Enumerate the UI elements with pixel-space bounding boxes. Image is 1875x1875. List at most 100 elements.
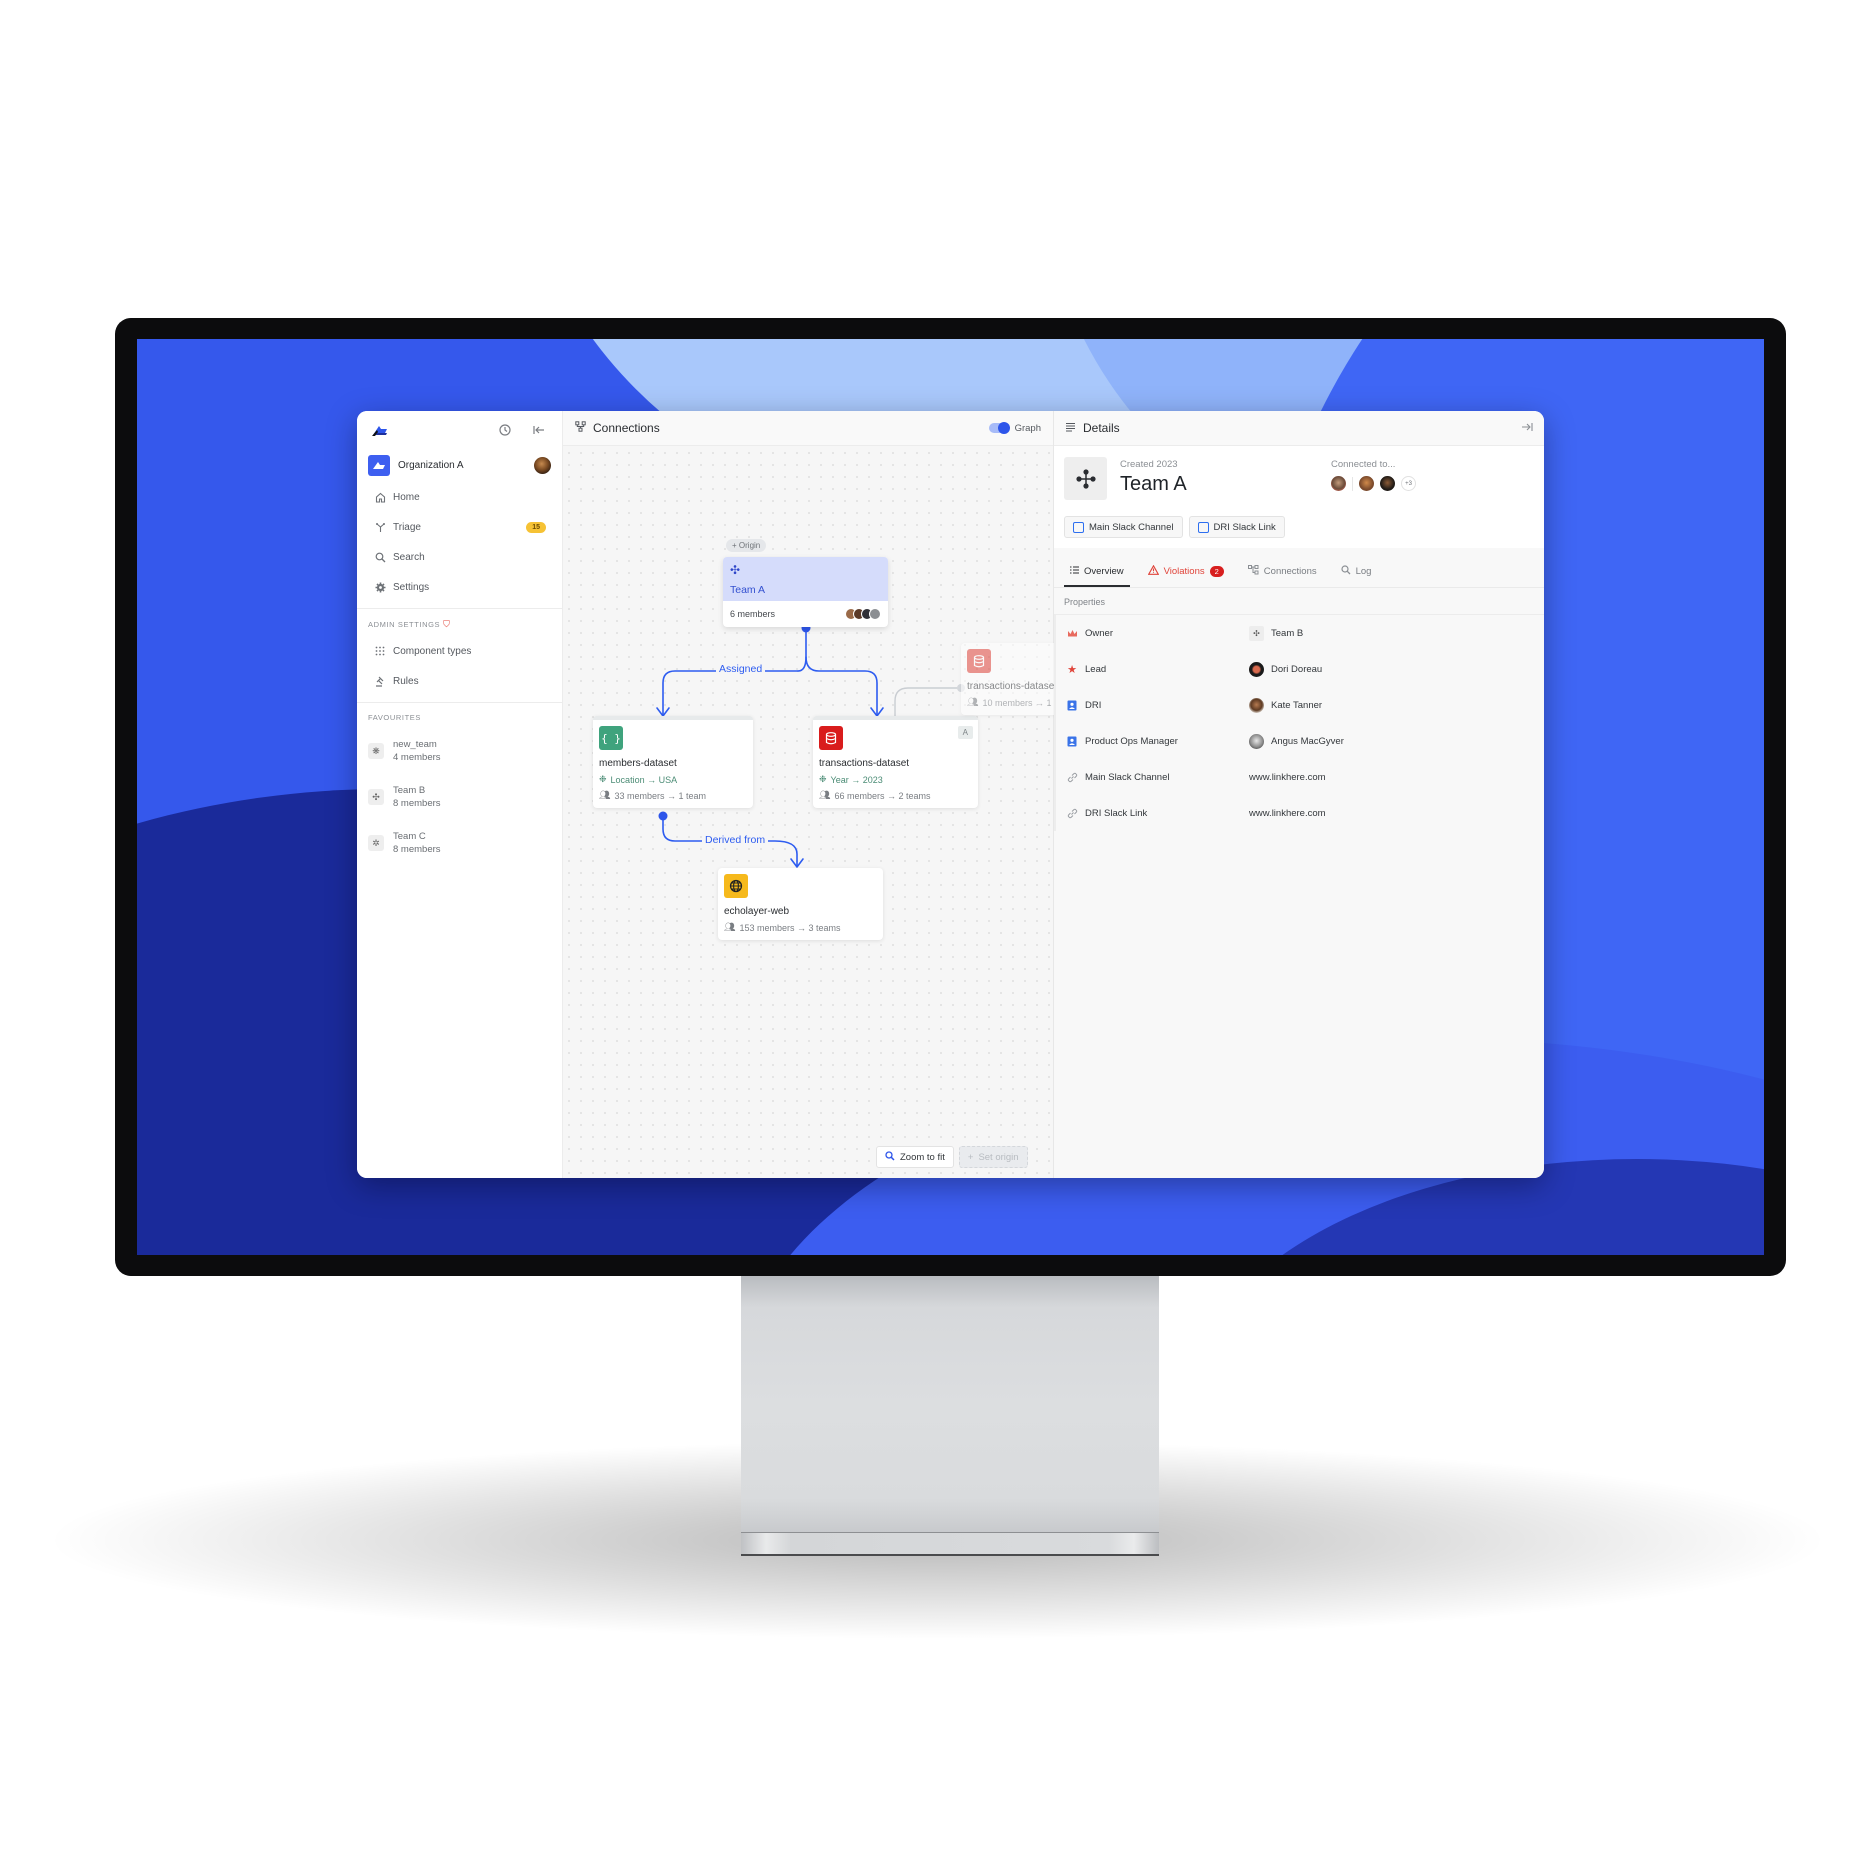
favourite-members: 8 members	[393, 844, 441, 855]
property-value: www.linkhere.com	[1249, 772, 1326, 783]
property-key-label: DRI Slack Link	[1085, 807, 1148, 819]
sidebar-item-settings[interactable]: Settings	[357, 572, 562, 602]
property-row-dri-slack-link[interactable]: DRI Slack Link www.linkhere.com	[1054, 795, 1544, 831]
database-icon	[967, 649, 991, 673]
node-attribute-text: Year → 2023	[830, 774, 883, 785]
link-icon	[1066, 807, 1078, 819]
edge-assigned-left	[662, 670, 799, 717]
collapse-panel-icon[interactable]	[1521, 422, 1533, 435]
details-title: Details	[1083, 421, 1120, 435]
app-logo-icon[interactable]	[371, 423, 389, 437]
admin-settings-heading: ADMIN SETTINGS ⛉	[357, 609, 562, 636]
tab-overview[interactable]: Overview	[1064, 557, 1130, 587]
more-connections-badge[interactable]: +3	[1401, 476, 1416, 491]
created-label: Created 2023	[1120, 459, 1178, 470]
edge-label-derived: Derived from	[702, 834, 769, 846]
favourite-name: new_team	[393, 739, 437, 750]
favourites-heading: FAVOURITES	[368, 713, 421, 722]
details-header: Details	[1054, 411, 1544, 446]
gear-icon	[373, 580, 387, 594]
quick-links: Main Slack Channel DRI Slack Link	[1064, 516, 1285, 538]
search-icon	[885, 1150, 895, 1164]
sidebar-item-label: Settings	[393, 581, 430, 593]
arrow-head	[790, 858, 804, 868]
people-icon: 👥︎	[724, 922, 736, 932]
avatar-separator	[1352, 476, 1353, 491]
sidebar-item-component-types[interactable]: Component types	[357, 636, 562, 666]
node-stats-text: 33 members → 1 team	[614, 790, 706, 801]
sidebar-item-triage[interactable]: Triage 15	[357, 512, 562, 542]
org-switcher[interactable]: Organization A	[357, 448, 562, 482]
set-origin-button[interactable]: + Set origin	[958, 1146, 1028, 1168]
tab-label: Violations	[1163, 565, 1205, 577]
graph-node-members-dataset[interactable]: { } members-dataset ❉ Location → USA 👥︎ 33…	[593, 716, 753, 808]
admin-settings-label: ADMIN SETTINGS	[368, 620, 441, 629]
dri-slack-link-button[interactable]: DRI Slack Link	[1188, 516, 1285, 538]
tab-log[interactable]: Log	[1335, 557, 1378, 587]
people-icon: 👥︎	[819, 790, 831, 800]
property-key: DRI Slack Link	[1066, 807, 1249, 819]
team-node-footer: 6 members	[723, 601, 888, 627]
property-row-dri[interactable]: DRI Kate Tanner	[1054, 687, 1544, 723]
connected-avatar[interactable]	[1359, 476, 1374, 491]
node-name: transactions-dataset	[819, 758, 910, 769]
graph-node-echolayer-web[interactable]: echolayer-web 👥︎ 153 members → 3 teams	[718, 868, 883, 940]
property-link[interactable]: www.linkhere.com	[1249, 772, 1326, 783]
property-row-main-slack-channel[interactable]: Main Slack Channel www.linkhere.com	[1054, 759, 1544, 795]
property-link[interactable]: www.linkhere.com	[1249, 808, 1326, 819]
people-icon: 👥︎	[967, 697, 979, 707]
user-avatar[interactable]	[534, 456, 551, 474]
org-logo-icon	[368, 454, 390, 476]
graph-node-transactions-dataset[interactable]: A transactions-dataset ❉ Year → 2023 👥︎ 66…	[813, 716, 978, 808]
snowflake-icon: ❋	[368, 743, 384, 759]
property-row-owner[interactable]: Owner ✣ Team B	[1054, 615, 1544, 651]
favourite-text: Team B 8 members	[393, 784, 441, 810]
org-name: Organization A	[398, 459, 464, 471]
connected-avatar[interactable]	[1331, 476, 1346, 491]
sidebar-item-rules[interactable]: Rules	[357, 666, 562, 696]
property-value: Angus MacGyver	[1249, 733, 1344, 749]
person-avatar	[1249, 697, 1264, 713]
grid-icon	[373, 644, 387, 658]
favourite-item-new-team[interactable]: ❋ new_team 4 members	[357, 728, 562, 774]
main-slack-channel-button[interactable]: Main Slack Channel	[1064, 516, 1183, 538]
property-value: ✣ Team B	[1249, 625, 1303, 641]
favourite-item-team-b[interactable]: ✣ Team B 8 members	[357, 774, 562, 820]
globe-icon	[724, 874, 748, 898]
tab-violations[interactable]: Violations 2	[1142, 557, 1230, 587]
property-row-product-ops-manager[interactable]: Product Ops Manager Angus MacGyver	[1054, 723, 1544, 759]
graph-toggle[interactable]	[988, 422, 1010, 434]
badge-icon	[1066, 735, 1078, 747]
property-row-lead[interactable]: ★ Lead Dori Doreau	[1054, 651, 1544, 687]
sidebar-item-label: Home	[393, 491, 420, 503]
history-icon[interactable]	[496, 421, 514, 439]
link-icon	[1066, 771, 1078, 783]
crown-icon	[1066, 627, 1078, 639]
node-stats: 👥︎ 33 members → 1 team	[599, 790, 753, 801]
collapse-sidebar-icon[interactable]	[530, 421, 548, 439]
node-stats-text: 153 members → 3 teams	[739, 922, 841, 933]
sidebar-item-home[interactable]: Home	[357, 482, 562, 512]
property-value-label[interactable]: Kate Tanner	[1271, 700, 1322, 711]
people-icon: 👥︎	[599, 790, 611, 800]
property-value-label[interactable]: Team B	[1271, 628, 1303, 639]
connections-panel: Connections Graph Assigned Derived from …	[563, 411, 1071, 1178]
property-value-label[interactable]: Dori Doreau	[1271, 664, 1322, 675]
connected-avatar[interactable]	[1380, 476, 1395, 491]
app-window: Organization A Home Triage 15 Search Set…	[357, 411, 1544, 1178]
node-attribute: ❉ Year → 2023	[819, 774, 978, 785]
team-icon: ✣	[1249, 625, 1264, 641]
zoom-to-fit-button[interactable]: Zoom to fit	[876, 1146, 954, 1168]
sidebar-item-search[interactable]: Search	[357, 542, 562, 572]
team-icon: ✣	[730, 563, 741, 577]
tab-connections[interactable]: Connections	[1242, 557, 1323, 587]
graph-node-team-a[interactable]: ✣ Team A 6 members	[723, 557, 888, 627]
favourite-item-team-c[interactable]: ✲ Team C 8 members	[357, 820, 562, 866]
node-name: echolayer-web	[724, 906, 790, 917]
property-key-label: Main Slack Channel	[1085, 771, 1170, 783]
properties-heading: Properties	[1054, 588, 1544, 615]
edge-handle	[658, 811, 668, 821]
sidebar-item-label: Component types	[393, 645, 472, 657]
tab-label: Overview	[1084, 565, 1124, 577]
property-value-label[interactable]: Angus MacGyver	[1271, 736, 1344, 747]
